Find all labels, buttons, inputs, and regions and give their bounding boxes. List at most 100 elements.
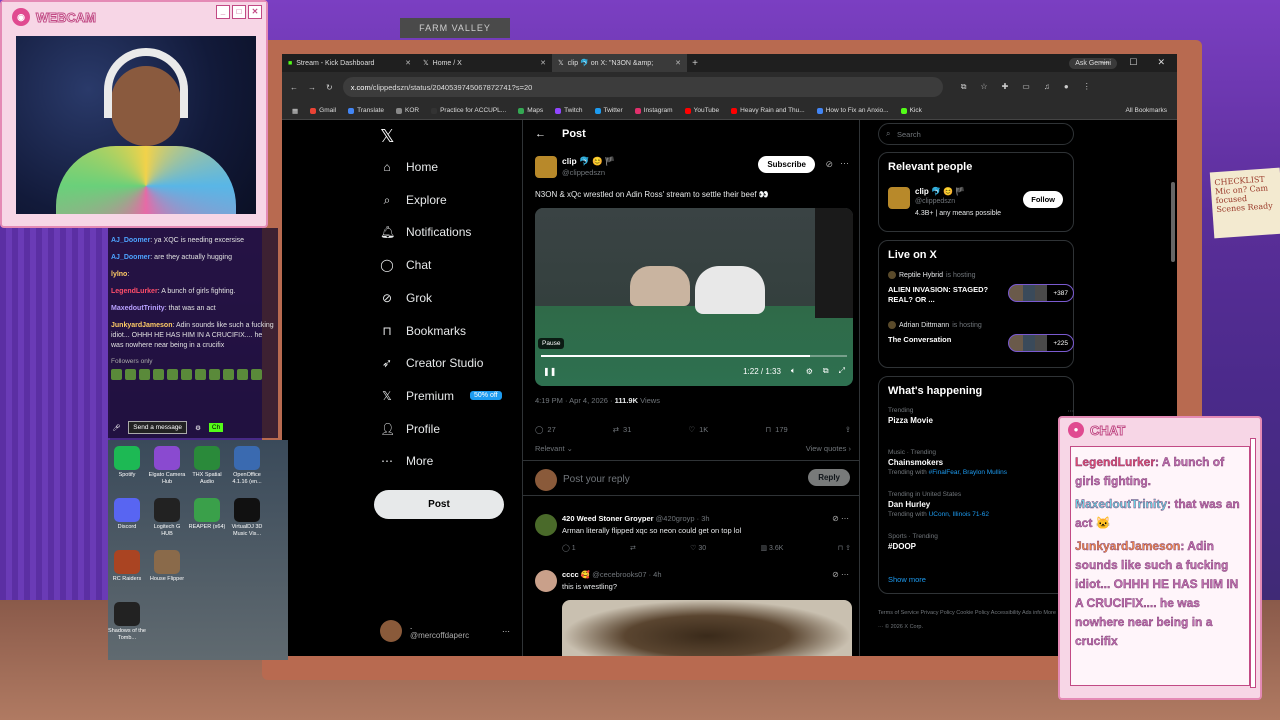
reply-author[interactable]: cccc 🥰 @cecebrooks07 · 4h [562,570,662,579]
avatar[interactable] [535,570,557,592]
account-switcher[interactable]: . @mercoffdaperc ⋯ [380,620,510,642]
desktop-icon[interactable]: House Flipper [148,550,186,583]
close-tab-icon[interactable]: ✕ [405,59,411,67]
desktop-icon[interactable]: Logitech G HUB [148,498,186,538]
nav-item-explore[interactable]: ⌕ Explore [380,193,447,208]
emote[interactable] [237,369,248,380]
close-tab-icon[interactable]: ✕ [675,59,681,67]
desktop-icon[interactable]: THX Spatial Audio [188,446,226,486]
emote[interactable] [167,369,178,380]
reply-like-count[interactable]: ♡ 30 [690,544,706,552]
chat-username[interactable]: AJ_Doomer [111,254,150,261]
bookmark-item[interactable]: Heavy Rain and Thu... [731,107,805,114]
close-icon[interactable]: ✕ [1157,57,1165,68]
desktop-icon[interactable]: Spotify [108,446,146,479]
new-tab-button[interactable]: + [687,58,703,69]
bookmark-item[interactable]: YouTube [684,107,719,114]
post-time[interactable]: 4:19 PM · Apr 4, 2026 · [535,396,615,405]
extensions-icon[interactable]: ✚ [1002,82,1009,92]
nav-item-premium[interactable]: 𝕏 Premium 50% off [380,389,502,403]
emote[interactable] [251,369,262,380]
nav-item-home[interactable]: ⌂ Home [380,160,438,174]
reply-action[interactable]: ◯ 27 [535,425,556,434]
chat-button[interactable]: Ch [208,423,224,432]
desktop-icon[interactable]: RC Raiders [108,550,146,583]
minimize-icon[interactable]: — [1100,57,1109,68]
view-quotes-link[interactable]: View quotes › [806,444,851,453]
emote[interactable] [153,369,164,380]
x-logo-icon[interactable]: 𝕏 [380,126,395,147]
chat-username[interactable]: LegendLurker [111,288,158,295]
post-button[interactable]: Post [374,490,504,519]
video-progress-bar[interactable] [541,355,847,357]
emote[interactable] [223,369,234,380]
nav-item-notifications[interactable]: 🔔︎ Notifications [380,225,471,239]
install-icon[interactable]: ⧉ [961,82,967,92]
more-icon[interactable]: ⋯ [502,627,510,636]
nav-item-creator-studio[interactable]: ➶ Creator Studio [380,356,483,370]
show-more-link[interactable]: Show more [888,575,926,584]
bookmark-item[interactable]: KOR [396,107,419,114]
media-icon[interactable]: ♫ [1044,82,1050,92]
trend-item[interactable]: Trending Pizza Movie ⋯ [888,407,1074,425]
reply-more-icon[interactable]: ⊘ ⋯ [832,570,849,579]
reply-input[interactable]: Post your reply [563,474,630,485]
profile-avatar-icon[interactable]: ● [1064,82,1069,92]
emote[interactable] [209,369,220,380]
gear-icon[interactable]: ⚙ [195,424,201,432]
author-handle[interactable]: @clippedszn [562,168,605,177]
reply-reply-count[interactable]: ◯ 1 [562,544,576,552]
reply-item[interactable]: 420 Weed Stoner Groyper @420groyp · 3h ⊘… [535,514,851,560]
star-icon[interactable]: ☆ [980,82,987,92]
fullscreen-icon[interactable]: ⤢ [839,366,845,376]
person-name[interactable]: clip 🐬 😊 🏴 [915,187,965,196]
bookmark-item[interactable]: Maps [518,107,543,114]
live-item[interactable]: Reptile Hybrid is hosting ALIEN INVASION:… [888,271,1074,311]
bookmark-icon[interactable]: ⊓ ⇪ [838,544,851,552]
tab-home-x[interactable]: 𝕏 Home / X ✕ [417,54,552,72]
desktop-icon[interactable]: REAPER (x64) [188,498,226,531]
pip-icon[interactable]: ⧉ [823,366,829,376]
nav-item-more[interactable]: ⋯ More [380,454,433,468]
bookmark-item[interactable]: Twitch [555,107,583,114]
grok-icon[interactable]: ⊘ [825,159,833,170]
avatar[interactable] [888,187,910,209]
bookmark-action[interactable]: ⊓ 179 [765,425,787,434]
reply-more-icon[interactable]: ⊘ ⋯ [832,514,849,523]
reply-button[interactable]: Reply [808,469,850,486]
desktop-icon[interactable]: VirtualDJ 3D Music Vis... [228,498,266,538]
avatar[interactable] [535,514,557,536]
bookmark-item[interactable]: How to Fix an Anxio... [816,107,889,114]
chat-input[interactable]: Send a message [128,421,188,434]
nav-item-bookmarks[interactable]: ⊓ Bookmarks [380,324,466,338]
bookmark-item[interactable]: Instagram [634,107,673,114]
maximize-icon[interactable]: ☐ [1129,57,1137,68]
nav-item-grok[interactable]: ⊘ Grok [380,291,432,305]
desktop-icon[interactable]: Discord [108,498,146,531]
nav-item-profile[interactable]: 👤︎ Profile [380,422,440,436]
bookmark-item[interactable]: Practice for ACCUPL... [431,107,506,114]
search-input[interactable]: ⌕ Search [878,123,1074,145]
back-arrow-icon[interactable]: ← [535,128,546,140]
menu-icon[interactable]: ⋮ [1083,82,1091,92]
desktop-icon[interactable]: Elgato Camera Hub [148,446,186,486]
bookmark-item[interactable]: Twitter [594,107,623,114]
bookmark-item[interactable]: Translate [348,107,384,114]
tab-clip-post[interactable]: 𝕏 clip 🐬 on X: "N3ON &amp; ✕ [552,54,687,72]
emote[interactable] [125,369,136,380]
x-footer[interactable]: Terms of Service Privacy Policy Cookie P… [878,606,1058,634]
emote[interactable] [139,369,150,380]
author-name[interactable]: clip 🐬 😊 🏴 [562,156,615,167]
close-tab-icon[interactable]: ✕ [540,59,546,67]
all-bookmarks-button[interactable]: All Bookmarks [1125,107,1167,114]
apps-icon[interactable]: ▦ [292,107,298,115]
chat-username[interactable]: JunkyardJameson [111,322,172,329]
bookmark-item[interactable]: Kick [900,107,922,114]
subscribe-button[interactable]: Subscribe [758,156,815,173]
trend-item[interactable]: Music · Trending Chainsmokers Trending wit… [888,449,1074,476]
follow-button[interactable]: Follow [1023,191,1063,208]
url-field[interactable]: x.com/clippedszn/status/2040539745067872… [342,77,943,97]
more-icon[interactable]: ⋯ [1068,407,1075,415]
settings-icon[interactable]: ⚙ [806,367,813,376]
emote[interactable] [195,369,206,380]
